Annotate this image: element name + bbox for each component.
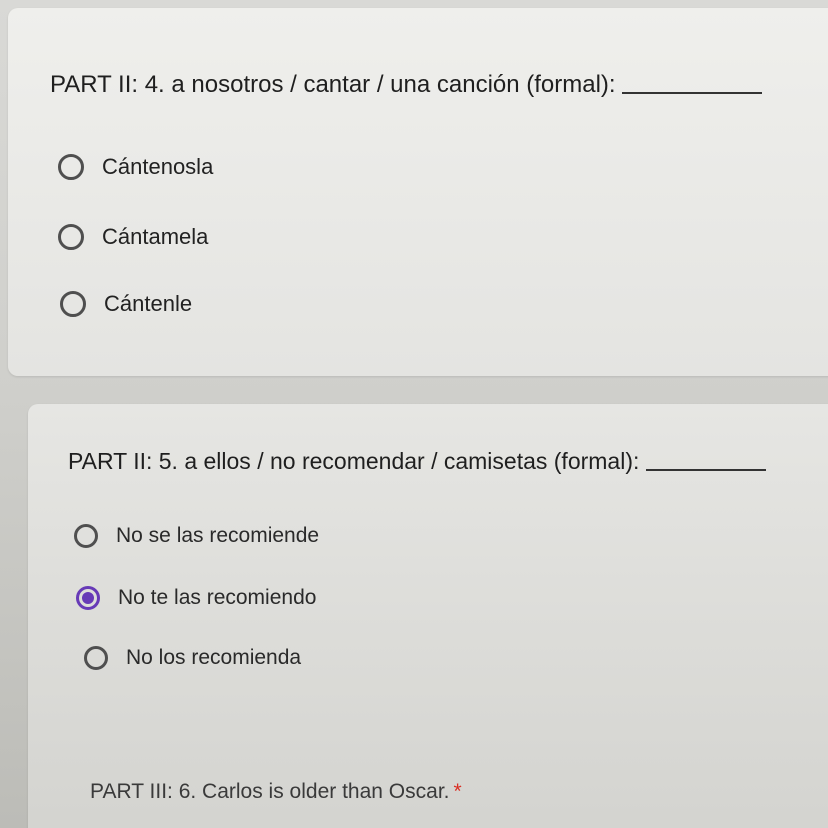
question-5-title: PART II: 5. a ellos / no recomendar / ca…	[68, 446, 766, 476]
question-5-blank-line	[645, 469, 766, 471]
question-4-option-3[interactable]: Cántenle	[60, 291, 192, 317]
question-4-option-3-label: Cántenle	[104, 291, 193, 316]
required-asterisk: *	[453, 780, 462, 803]
question-5-option-2[interactable]: No te las recomiendo	[76, 586, 316, 610]
question-5-option-2-label: No te las recomiendo	[118, 586, 317, 609]
question-4-blank-line	[622, 92, 763, 94]
question-card-4	[8, 8, 828, 376]
question-4-option-1-label: Cántenosla	[102, 154, 214, 179]
question-4-title: PART II: 4. a nosotros / cantar / una ca…	[50, 70, 763, 100]
radio-unselected-icon[interactable]	[58, 224, 84, 250]
question-4-prompt: PART II: 4. a nosotros / cantar / una ca…	[50, 71, 616, 98]
question-5-prompt: PART II: 5. a ellos / no recomendar / ca…	[68, 448, 640, 474]
question-5-option-3-label: No los recomienda	[126, 646, 302, 669]
radio-unselected-icon[interactable]	[74, 524, 98, 548]
question-6-prompt: PART III: 6. Carlos is older than Oscar.	[90, 780, 450, 803]
question-5-option-1[interactable]: No se las recomiende	[74, 524, 319, 548]
question-4-option-1[interactable]: Cántenosla	[58, 154, 213, 180]
radio-unselected-icon[interactable]	[84, 646, 108, 670]
question-4-option-2-label: Cántamela	[102, 224, 209, 249]
radio-unselected-icon[interactable]	[58, 154, 84, 180]
question-6-title: PART III: 6. Carlos is older than Oscar.…	[90, 780, 462, 804]
question-4-option-2[interactable]: Cántamela	[58, 224, 208, 250]
form-screen: PART II: 4. a nosotros / cantar / una ca…	[0, 0, 828, 828]
radio-unselected-icon[interactable]	[60, 291, 86, 317]
question-5-option-1-label: No se las recomiende	[116, 524, 320, 547]
radio-selected-icon[interactable]	[76, 586, 100, 610]
question-5-option-3[interactable]: No los recomienda	[84, 646, 301, 670]
